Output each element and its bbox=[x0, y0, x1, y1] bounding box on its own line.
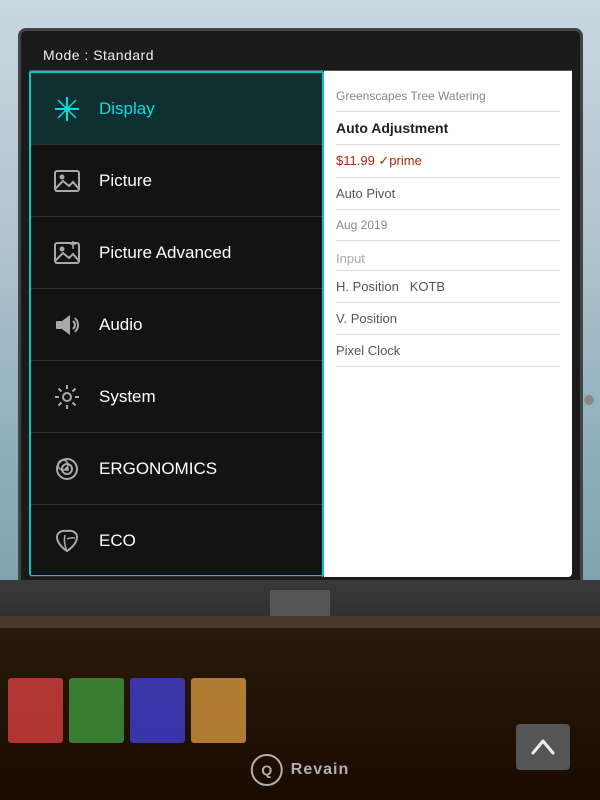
eye-icon bbox=[49, 451, 85, 487]
mode-label: Mode : Standard bbox=[43, 47, 154, 63]
sidebar-item-audio-label: Audio bbox=[99, 315, 142, 335]
revain-brand-text: Revain bbox=[291, 761, 349, 779]
desk-surface bbox=[0, 616, 600, 628]
sidebar-item-system[interactable]: System bbox=[31, 361, 322, 433]
eco-icon bbox=[49, 523, 85, 559]
sidebar-item-picture-label: Picture bbox=[99, 171, 152, 191]
sidebar-item-ergonomics[interactable]: ERGONOMICS bbox=[31, 433, 322, 505]
right-row-2: $11.99 ✓prime bbox=[336, 145, 560, 178]
monitor-screen: Mode : Standard Display bbox=[29, 39, 572, 577]
revain-logo-text: Q bbox=[261, 762, 272, 778]
sparkle-icon bbox=[49, 91, 85, 127]
sidebar-item-eco-label: ECO bbox=[99, 531, 136, 551]
audio-icon bbox=[49, 307, 85, 343]
system-icon bbox=[49, 379, 85, 415]
up-arrow-button[interactable] bbox=[516, 724, 570, 770]
right-row-8: Pixel Clock bbox=[336, 335, 560, 367]
sidebar-item-system-label: System bbox=[99, 387, 156, 407]
desk-item-yellow bbox=[191, 678, 246, 743]
monitor-bezel: Mode : Standard Display bbox=[18, 28, 583, 588]
side-indicator-dot bbox=[584, 395, 594, 405]
right-row-6: H. Position KOTB bbox=[336, 271, 560, 303]
osd-menu: Display Picture bbox=[29, 71, 324, 577]
mode-bar: Mode : Standard bbox=[29, 39, 572, 71]
desk-item-green bbox=[69, 678, 124, 743]
right-row-1: Auto Adjustment bbox=[336, 112, 560, 145]
sidebar-item-display-label: Display bbox=[99, 99, 155, 119]
sidebar-item-audio[interactable]: Audio bbox=[31, 289, 322, 361]
desk-item-blue bbox=[130, 678, 185, 743]
revain-logo: Q bbox=[251, 754, 283, 786]
sidebar-item-picture-advanced[interactable]: Picture Advanced bbox=[31, 217, 322, 289]
sidebar-item-picture-advanced-label: Picture Advanced bbox=[99, 243, 231, 263]
picture-advanced-icon bbox=[49, 235, 85, 271]
right-row-0: Greenscapes Tree Watering bbox=[336, 81, 560, 112]
sidebar-item-ergonomics-label: ERGONOMICS bbox=[99, 459, 217, 479]
right-row-4: Aug 2019 bbox=[336, 210, 560, 241]
right-panel: Greenscapes Tree Watering Auto Adjustmen… bbox=[324, 71, 572, 577]
desk-item-red bbox=[8, 678, 63, 743]
sidebar-item-eco[interactable]: ECO bbox=[31, 505, 322, 577]
revain-watermark: Q Revain bbox=[251, 754, 349, 786]
sidebar-item-picture[interactable]: Picture bbox=[31, 145, 322, 217]
picture-icon bbox=[49, 163, 85, 199]
right-row-5: Input bbox=[336, 241, 560, 271]
right-content: Greenscapes Tree Watering Auto Adjustmen… bbox=[324, 71, 572, 377]
right-row-3: Auto Pivot bbox=[336, 178, 560, 210]
sidebar-item-display[interactable]: Display bbox=[31, 73, 322, 145]
right-row-7: V. Position bbox=[336, 303, 560, 335]
